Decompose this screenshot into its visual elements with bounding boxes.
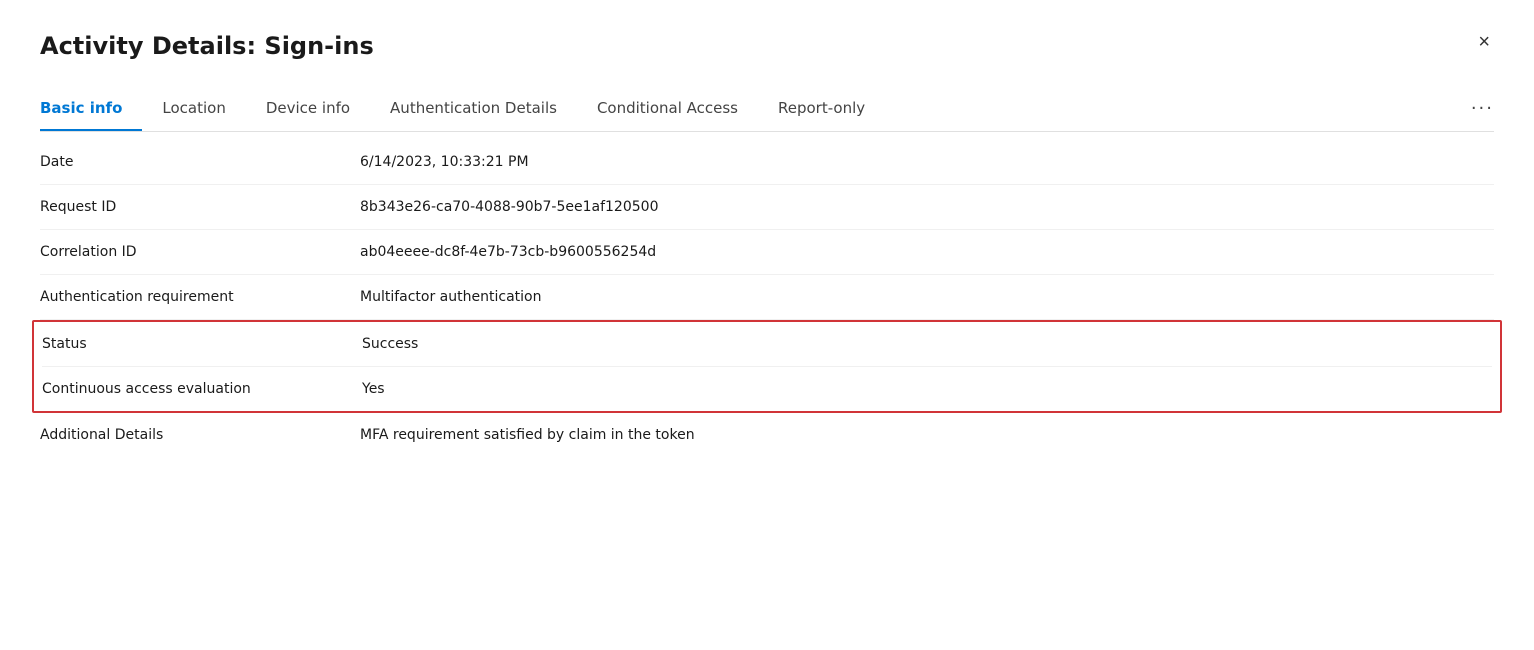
row-label: Status bbox=[42, 336, 362, 352]
tab-basic-info[interactable]: Basic info bbox=[40, 89, 142, 131]
close-button[interactable]: × bbox=[1470, 28, 1498, 56]
row-label: Correlation ID bbox=[40, 244, 360, 260]
tab-authentication-details[interactable]: Authentication Details bbox=[390, 89, 577, 131]
tab-location[interactable]: Location bbox=[162, 89, 245, 131]
table-row: Continuous access evaluation Yes bbox=[42, 367, 1492, 411]
row-value: ab04eeee-dc8f-4e7b-73cb-b9600556254d bbox=[360, 244, 656, 260]
row-label: Request ID bbox=[40, 199, 360, 215]
tab-conditional-access[interactable]: Conditional Access bbox=[597, 89, 758, 131]
highlight-box: Status Success Continuous access evaluat… bbox=[32, 320, 1502, 413]
table-row: Correlation ID ab04eeee-dc8f-4e7b-73cb-b… bbox=[40, 230, 1494, 275]
dialog-title: Activity Details: Sign-ins bbox=[40, 32, 1494, 60]
row-label: Additional Details bbox=[40, 427, 360, 443]
table-row: Status Success bbox=[42, 322, 1492, 367]
row-label: Authentication requirement bbox=[40, 289, 360, 305]
table-row: Date 6/14/2023, 10:33:21 PM bbox=[40, 140, 1494, 185]
row-value: Yes bbox=[362, 381, 385, 397]
table-row: Authentication requirement Multifactor a… bbox=[40, 275, 1494, 320]
row-value: MFA requirement satisfied by claim in th… bbox=[360, 427, 695, 443]
row-value: Multifactor authentication bbox=[360, 289, 541, 305]
tab-device-info[interactable]: Device info bbox=[266, 89, 370, 131]
row-value: 6/14/2023, 10:33:21 PM bbox=[360, 154, 529, 170]
tab-bar: Basic info Location Device info Authenticat… bbox=[40, 88, 1494, 132]
row-value: Success bbox=[362, 336, 418, 352]
row-value: 8b343e26-ca70-4088-90b7-5ee1af120500 bbox=[360, 199, 658, 215]
table-row: Request ID 8b343e26-ca70-4088-90b7-5ee1a… bbox=[40, 185, 1494, 230]
table-row: Additional Details MFA requirement satis… bbox=[40, 413, 1494, 457]
activity-details-dialog: Activity Details: Sign-ins × Basic info L… bbox=[0, 0, 1534, 650]
tab-content-basic-info: Date 6/14/2023, 10:33:21 PM Request ID 8… bbox=[40, 132, 1494, 457]
row-label: Continuous access evaluation bbox=[42, 381, 362, 397]
row-label: Date bbox=[40, 154, 360, 170]
tab-report-only[interactable]: Report-only bbox=[778, 89, 885, 131]
tabs-more-button[interactable]: ··· bbox=[1471, 88, 1494, 131]
